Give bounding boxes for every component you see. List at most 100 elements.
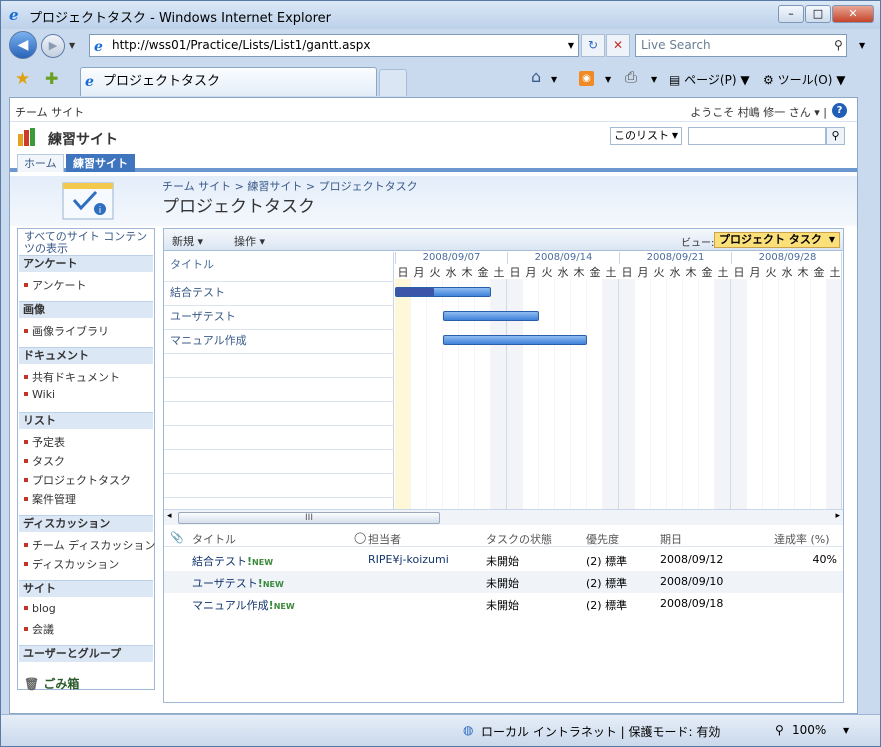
nav-section-header[interactable]: ドキュメント — [19, 347, 153, 364]
close-button[interactable]: ✕ — [832, 5, 874, 23]
refresh-icon[interactable]: ↻ — [581, 34, 605, 57]
gantt-task-bar[interactable] — [395, 287, 491, 297]
gantt-day-column — [395, 279, 411, 509]
nav-item[interactable]: 会議 — [24, 621, 54, 637]
topnav-home[interactable]: ホーム — [17, 154, 64, 172]
search-icon[interactable]: ⚲ — [834, 35, 843, 56]
site-search-button[interactable]: ⚲ — [826, 127, 845, 145]
new-menu[interactable]: 新規 ▾ — [172, 233, 203, 249]
nav-section-header[interactable]: アンケート — [19, 255, 153, 272]
navigation-bar: ◀ ▶ ▼ e http://wss01/Practice/Lists/List… — [1, 29, 880, 63]
gantt-title-header[interactable]: タイトル — [164, 252, 394, 282]
tools-menu[interactable]: ⚙ ツール(O) ▼ — [763, 71, 845, 88]
view-selector[interactable]: プロジェクト タスク ▼ — [714, 232, 840, 248]
nav-item[interactable]: 共有ドキュメント — [24, 369, 120, 385]
gantt-task-bar[interactable] — [443, 311, 539, 321]
site-logo-icon — [18, 128, 35, 146]
search-scope-select[interactable]: このリスト ▼ — [610, 127, 682, 145]
gantt-task-row[interactable]: 結合テスト — [164, 282, 394, 306]
help-icon[interactable]: ? — [832, 103, 847, 118]
nav-item[interactable]: アンケート — [24, 277, 87, 293]
security-zone[interactable]: ローカル イントラネット | 保護モード: 有効 — [481, 723, 720, 740]
list-toolbar: 新規 ▾ 操作 ▾ ビュー: プロジェクト タスク ▼ — [164, 229, 843, 251]
address-dropdown-icon[interactable]: ▼ — [568, 35, 574, 56]
zoom-level[interactable]: 100% — [792, 723, 826, 737]
gantt-task-row — [164, 378, 394, 402]
col-assigned[interactable]: 担当者 — [368, 531, 401, 547]
nav-item[interactable]: Wiki — [24, 388, 55, 401]
rss-feed-icon[interactable]: ◉ — [579, 71, 594, 86]
table-row[interactable]: 結合テスト!NEW RIPE¥j-koizumi 未開始 (2) 標準 2008/09/… — [164, 549, 843, 571]
feed-dropdown-icon[interactable]: ▼ — [605, 75, 611, 84]
nav-item[interactable]: 予定表 — [24, 434, 65, 450]
home-dropdown-icon[interactable]: ▼ — [551, 75, 557, 84]
print-icon[interactable]: ⎙ — [625, 68, 637, 86]
topnav-practice-site[interactable]: 練習サイト — [66, 154, 135, 172]
stop-icon[interactable]: ✕ — [606, 34, 630, 57]
page-doc-icon: ▤ — [669, 73, 681, 87]
scroll-left-icon[interactable]: ◂ — [167, 511, 172, 521]
new-tab-button[interactable] — [379, 69, 407, 96]
status-bar: ◍ ローカル イントラネット | 保護モード: 有効 ⚲ 100% ▼ — [1, 714, 880, 746]
col-status[interactable]: タスクの状態 — [486, 531, 552, 547]
address-bar[interactable]: e http://wss01/Practice/Lists/List1/gant… — [89, 34, 579, 57]
cell-title[interactable]: 結合テスト!NEW — [192, 553, 273, 569]
table-row[interactable]: ユーザテスト!NEW 未開始 (2) 標準 2008/09/10 — [164, 571, 843, 593]
nav-section-header[interactable]: リスト — [19, 412, 153, 429]
col-priority[interactable]: 優先度 — [586, 531, 619, 547]
nav-item[interactable]: blog — [24, 602, 56, 615]
nav-item[interactable]: チーム ディスカッション — [24, 537, 155, 553]
list-view: 新規 ▾ 操作 ▾ ビュー: プロジェクト タスク ▼ タイトル 結合テスト ユーザ… — [163, 228, 844, 703]
cell-title[interactable]: マニュアル作成!NEW — [192, 597, 295, 613]
forward-button[interactable]: ▶ — [41, 34, 65, 58]
recycle-bin-link[interactable]: 🗑 ごみ箱 — [24, 675, 79, 692]
history-dropdown-icon[interactable]: ▼ — [69, 41, 75, 50]
gantt-task-row[interactable]: ユーザテスト — [164, 306, 394, 330]
nav-item-label: 共有ドキュメント — [32, 371, 120, 384]
team-site-link[interactable]: チーム サイト — [15, 104, 84, 120]
page-menu[interactable]: ▤ ページ(P) ▼ — [669, 71, 750, 88]
col-complete[interactable]: 達成率 (%) — [774, 531, 830, 547]
live-search-input[interactable]: Live Search ⚲ — [635, 34, 847, 57]
nav-section-header[interactable]: 画像 — [19, 301, 153, 318]
nav-item[interactable]: タスク — [24, 453, 65, 469]
title-area: i チーム サイト > 練習サイト > プロジェクトタスク プロジェクトタスク — [10, 176, 857, 226]
table-row[interactable]: マニュアル作成!NEW 未開始 (2) 標準 2008/09/18 — [164, 593, 843, 615]
cell-status: 未開始 — [486, 553, 519, 569]
nav-section-header[interactable]: ディスカッション — [19, 515, 153, 532]
welcome-menu[interactable]: ようこそ 村嶋 修一 さん ▾ | — [690, 104, 827, 120]
gantt-day-label: 日 — [733, 266, 745, 279]
scroll-right-icon[interactable]: ▸ — [835, 511, 840, 521]
search-options-icon[interactable]: ▼ — [859, 41, 865, 50]
gantt-horizontal-scrollbar[interactable]: ◂ III ▸ — [164, 509, 843, 525]
maximize-button[interactable]: □ — [805, 5, 831, 23]
col-due[interactable]: 期日 — [660, 531, 682, 547]
back-button[interactable]: ◀ — [9, 31, 37, 59]
site-search-input[interactable] — [688, 127, 826, 145]
gantt-task-row[interactable]: マニュアル作成 — [164, 330, 394, 354]
gantt-task-bar[interactable] — [443, 335, 587, 345]
nav-section-header[interactable]: ユーザーとグループ — [19, 645, 153, 662]
favorites-star-icon[interactable]: ★ — [15, 69, 30, 89]
zoom-dropdown-icon[interactable]: ▼ — [843, 726, 849, 735]
view-all-content-link[interactable]: すべてのサイト コンテンツの表示 — [24, 231, 148, 255]
minimize-button[interactable]: – — [778, 5, 804, 23]
tab-active[interactable]: e プロジェクトタスク — [80, 67, 377, 96]
print-dropdown-icon[interactable]: ▼ — [651, 75, 657, 84]
add-favorites-icon[interactable]: ✚ — [45, 69, 58, 88]
actions-menu[interactable]: 操作 ▾ — [234, 233, 265, 249]
cell-title[interactable]: ユーザテスト!NEW — [192, 575, 284, 591]
nav-item[interactable]: 画像ライブラリ — [24, 323, 109, 339]
scroll-thumb[interactable]: III — [178, 512, 440, 524]
gantt-week-label: 2008/09/07 — [395, 252, 507, 264]
scope-chevron-icon: ▼ — [671, 131, 678, 140]
bullet-icon — [24, 440, 28, 444]
nav-item[interactable]: ディスカッション — [24, 556, 119, 572]
col-title[interactable]: タイトル — [192, 531, 236, 547]
cell-assigned[interactable]: RIPE¥j-koizumi — [368, 553, 449, 566]
nav-section-header[interactable]: サイト — [19, 580, 153, 597]
cell-due-text: 2008/09/12 — [660, 553, 724, 566]
nav-item[interactable]: 案件管理 — [24, 491, 76, 507]
home-icon[interactable]: ⌂ — [531, 67, 541, 86]
nav-item[interactable]: プロジェクトタスク — [24, 472, 131, 488]
